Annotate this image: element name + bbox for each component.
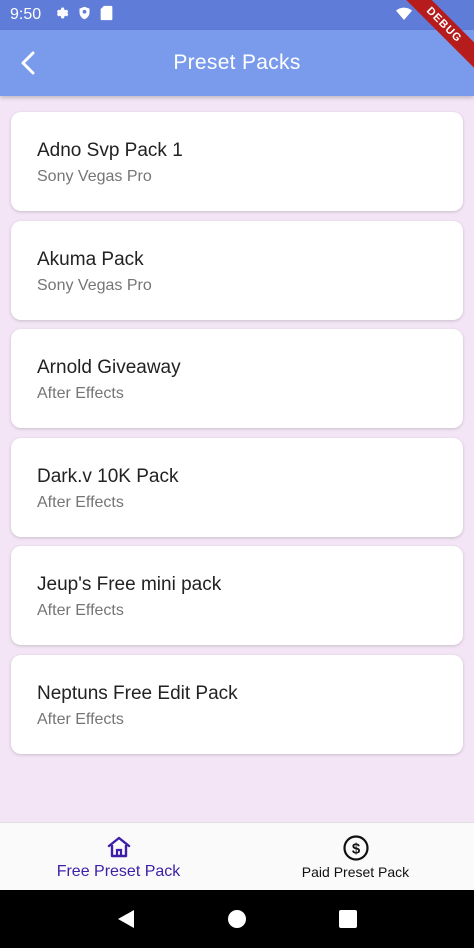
pack-software: After Effects [37,710,124,728]
square-recents-icon [339,910,358,928]
pack-software: Sony Vegas Pro [37,276,152,294]
system-navigation-bar [0,890,474,948]
page-title: Preset Packs [173,51,301,74]
shield-icon [77,5,92,26]
status-time: 9:50 [10,6,42,23]
pack-title: Akuma Pack [37,248,144,270]
preset-pack-card[interactable]: Neptuns Free Edit Pack After Effects [11,654,463,754]
status-icons [53,5,113,26]
nav-label: Free Preset Pack [56,862,181,880]
nav-free-preset-pack[interactable]: Free Preset Pack [0,823,237,890]
dollar-icon: $ [342,834,370,862]
wifi-icon [396,7,412,26]
preset-pack-card[interactable]: Jeup's Free mini pack After Effects [11,546,463,645]
preset-pack-card[interactable]: Arnold Giveaway After Effects [11,329,463,428]
pack-title: Neptuns Free Edit Pack [37,682,238,704]
system-home-button[interactable] [222,904,252,934]
pack-title: Jeup's Free mini pack [37,574,222,595]
pack-software: After Effects [37,385,124,402]
pack-title: Dark.v 10K Pack [37,465,179,487]
circle-home-icon [227,910,246,928]
status-right-icons [396,7,412,26]
pack-software: After Effects [37,602,124,619]
back-button[interactable] [14,48,42,78]
sd-card-icon [100,5,113,26]
status-bar: 9:50 [0,0,474,30]
system-recents-button[interactable] [333,904,363,934]
nav-paid-preset-pack[interactable]: $ Paid Preset Pack [237,823,474,890]
preset-pack-list: Adno Svp Pack 1 Sony Vegas Pro Akuma Pac… [11,112,463,763]
pack-software: Sony Vegas Pro [37,168,152,185]
home-icon [106,833,132,861]
chevron-left-icon [21,51,35,75]
bottom-navigation: Free Preset Pack $ Paid Preset Pack [0,822,474,890]
svg-text:$: $ [351,840,360,857]
pack-software: After Effects [37,493,124,511]
app-bar: Preset Packs [0,30,474,96]
system-back-button[interactable] [111,904,141,934]
pack-title: Adno Svp Pack 1 [37,140,183,161]
settings-icon [53,5,69,26]
preset-pack-card[interactable]: Akuma Pack Sony Vegas Pro [11,220,463,320]
preset-pack-card[interactable]: Adno Svp Pack 1 Sony Vegas Pro [11,112,463,211]
preset-pack-card[interactable]: Dark.v 10K Pack After Effects [11,437,463,537]
triangle-back-icon [117,910,134,928]
pack-title: Arnold Giveaway [37,357,181,378]
nav-label: Paid Preset Pack [301,863,410,880]
